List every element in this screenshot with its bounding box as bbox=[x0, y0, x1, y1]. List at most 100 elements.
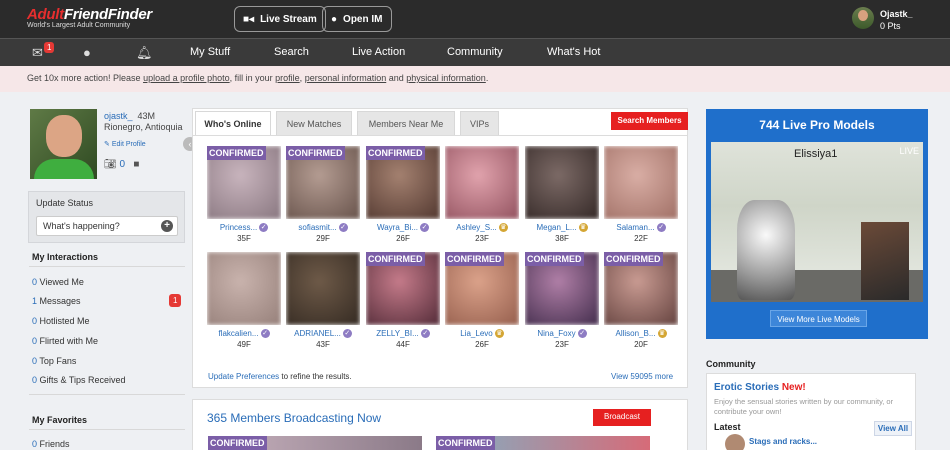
member-photo[interactable] bbox=[525, 146, 599, 219]
my-favorites-title: My Favorites bbox=[32, 415, 88, 425]
member-name[interactable]: sofiasmit... ✓ bbox=[286, 223, 360, 233]
member-age: 38F bbox=[555, 234, 569, 244]
broadcasting-panel: 365 Members Broadcasting Now Broadcast C… bbox=[192, 399, 688, 450]
view-all-button[interactable]: View All bbox=[874, 421, 912, 436]
member-age: 35F bbox=[237, 234, 251, 244]
divider bbox=[29, 394, 185, 395]
user-avatar[interactable] bbox=[852, 7, 874, 29]
interaction-gifts[interactable]: 0 Gifts & Tips Received bbox=[32, 375, 126, 385]
member-photo[interactable]: CONFIRMED bbox=[207, 146, 281, 219]
nav-my-stuff[interactable]: My Stuff bbox=[190, 46, 230, 58]
member-age: 23F bbox=[475, 234, 489, 244]
live-model-preview[interactable]: Elissiya1 LIVE bbox=[711, 142, 923, 302]
update-status-box: Update Status What's happening? + bbox=[28, 191, 185, 243]
member-photo[interactable] bbox=[445, 146, 519, 219]
member-photo[interactable]: CONFIRMED bbox=[445, 252, 519, 325]
member-photo[interactable] bbox=[286, 252, 360, 325]
live-models-box: 744 Live Pro Models Elissiya1 LIVE View … bbox=[706, 109, 928, 339]
tab-vips[interactable]: VIPs bbox=[460, 111, 499, 135]
chat-icon[interactable]: ● bbox=[83, 45, 91, 60]
member-card[interactable]: CONFIRMED ZELLY_BI... ✓ 44F bbox=[366, 252, 440, 349]
nav-whats-hot[interactable]: What's Hot bbox=[547, 46, 600, 58]
member-name[interactable]: Ashley_S... ♛ bbox=[445, 223, 519, 233]
view-more-live-models-button[interactable]: View More Live Models bbox=[770, 310, 867, 327]
member-name[interactable]: Princess... ✓ bbox=[207, 223, 281, 233]
profile-link[interactable]: profile bbox=[275, 73, 300, 83]
member-card[interactable]: Megan_L... ♛ 38F bbox=[525, 146, 599, 243]
confirmed-badge: CONFIRMED bbox=[366, 146, 425, 160]
member-name[interactable]: flakcalien... ✓ bbox=[207, 329, 281, 339]
tab-new-matches[interactable]: New Matches bbox=[276, 111, 352, 135]
nav-search[interactable]: Search bbox=[274, 46, 309, 58]
member-card[interactable]: ADRIANEL... ✓ 43F bbox=[286, 252, 360, 349]
broadcast-thumb[interactable]: CONFIRMED bbox=[436, 436, 650, 450]
site-logo[interactable]: AdultFriendFinder World's Largest Adult … bbox=[27, 6, 152, 29]
story-title-link[interactable]: Stags and racks... bbox=[749, 437, 817, 446]
upload-photo-link[interactable]: upload a profile photo bbox=[143, 73, 230, 83]
member-photo[interactable]: CONFIRMED bbox=[525, 252, 599, 325]
member-name[interactable]: Salaman... ✓ bbox=[604, 223, 678, 233]
member-photo[interactable]: CONFIRMED bbox=[366, 252, 440, 325]
confirmed-badge: CONFIRMED bbox=[286, 146, 345, 160]
member-card[interactable]: CONFIRMED Allison_B... ♛ 20F bbox=[604, 252, 678, 349]
member-name[interactable]: Lia_Levo ♛ bbox=[445, 329, 519, 339]
plus-icon[interactable]: + bbox=[161, 220, 173, 232]
member-card[interactable]: CONFIRMED Lia_Levo ♛ 26F bbox=[445, 252, 519, 349]
member-card[interactable]: CONFIRMED Wayra_Bi... ✓ 26F bbox=[366, 146, 440, 243]
camera-icon[interactable]: 📷︎ bbox=[104, 159, 117, 170]
live-tag: LIVE bbox=[899, 146, 919, 156]
member-name[interactable]: Megan_L... ♛ bbox=[525, 223, 599, 233]
interaction-flirted[interactable]: 0 Flirted with Me bbox=[32, 336, 98, 346]
member-photo[interactable] bbox=[207, 252, 281, 325]
member-card[interactable]: Ashley_S... ♛ 23F bbox=[445, 146, 519, 243]
physical-info-link[interactable]: physical information bbox=[406, 73, 486, 83]
erotic-stories-heading[interactable]: Erotic Stories New! bbox=[714, 382, 806, 393]
user-menu[interactable]: Ojastk_ 0 Pts bbox=[880, 8, 913, 32]
interaction-top-fans[interactable]: 0 Top Fans bbox=[32, 356, 76, 366]
member-name[interactable]: Nina_Foxy ✓ bbox=[525, 329, 599, 339]
interaction-hotlisted-me[interactable]: 0 Hotlisted Me bbox=[32, 316, 90, 326]
favorites-friends[interactable]: 0 Friends bbox=[32, 439, 70, 449]
member-name[interactable]: ADRIANEL... ✓ bbox=[286, 329, 360, 339]
member-card[interactable]: Salaman... ✓ 22F bbox=[604, 146, 678, 243]
broadcast-thumb[interactable]: CONFIRMED bbox=[208, 436, 422, 450]
broadcast-button[interactable]: Broadcast bbox=[593, 409, 651, 426]
member-photo[interactable]: CONFIRMED bbox=[366, 146, 440, 219]
check-icon: ✓ bbox=[338, 223, 348, 233]
member-name[interactable]: Allison_B... ♛ bbox=[604, 329, 678, 339]
personal-info-link[interactable]: personal information bbox=[305, 73, 387, 83]
bell-icon[interactable]: 🔔︎ bbox=[136, 45, 153, 61]
broadcasting-title[interactable]: 365 Members Broadcasting Now bbox=[207, 411, 381, 425]
interaction-messages[interactable]: 1 Messages bbox=[32, 296, 81, 306]
tab-whos-online[interactable]: Who's Online bbox=[195, 111, 271, 135]
interaction-viewed-me[interactable]: 0 Viewed Me bbox=[32, 277, 84, 287]
divider bbox=[29, 266, 185, 267]
tab-members-near-me[interactable]: Members Near Me bbox=[357, 111, 455, 135]
member-card[interactable]: CONFIRMED sofiasmit... ✓ 29F bbox=[286, 146, 360, 243]
member-card[interactable]: CONFIRMED Nina_Foxy ✓ 23F bbox=[525, 252, 599, 349]
open-im-button[interactable]: ● Open IM bbox=[322, 6, 392, 32]
member-photo[interactable] bbox=[604, 146, 678, 219]
video-icon[interactable]: ■ bbox=[133, 159, 139, 170]
member-card[interactable]: flakcalien... ✓ 49F bbox=[207, 252, 281, 349]
profile-username[interactable]: ojastk_ bbox=[104, 111, 133, 121]
profile-photo[interactable] bbox=[30, 109, 97, 179]
mail-icon[interactable]: ✉ bbox=[32, 45, 43, 61]
photo-count[interactable]: 0 bbox=[119, 159, 125, 170]
edit-profile-link[interactable]: ✎ Edit Profile bbox=[104, 140, 146, 148]
video-camera-icon: ■◂ bbox=[243, 13, 255, 25]
search-members-button[interactable]: Search Members bbox=[611, 112, 688, 130]
live-stream-button[interactable]: ■◂ Live Stream bbox=[234, 6, 326, 32]
live-models-title: 744 Live Pro Models bbox=[759, 118, 875, 132]
view-more-link[interactable]: View 59095 more bbox=[611, 372, 673, 381]
nav-live-action[interactable]: Live Action bbox=[352, 46, 405, 58]
status-input[interactable]: What's happening? + bbox=[36, 216, 178, 236]
member-name[interactable]: Wayra_Bi... ✓ bbox=[366, 223, 440, 233]
member-photo[interactable]: CONFIRMED bbox=[604, 252, 678, 325]
member-name[interactable]: ZELLY_BI... ✓ bbox=[366, 329, 440, 339]
member-card[interactable]: CONFIRMED Princess... ✓ 35F bbox=[207, 146, 281, 243]
update-preferences-link[interactable]: Update Preferences bbox=[208, 372, 279, 381]
member-photo[interactable]: CONFIRMED bbox=[286, 146, 360, 219]
story-thumbnail[interactable] bbox=[725, 434, 745, 450]
nav-community[interactable]: Community bbox=[447, 46, 503, 58]
